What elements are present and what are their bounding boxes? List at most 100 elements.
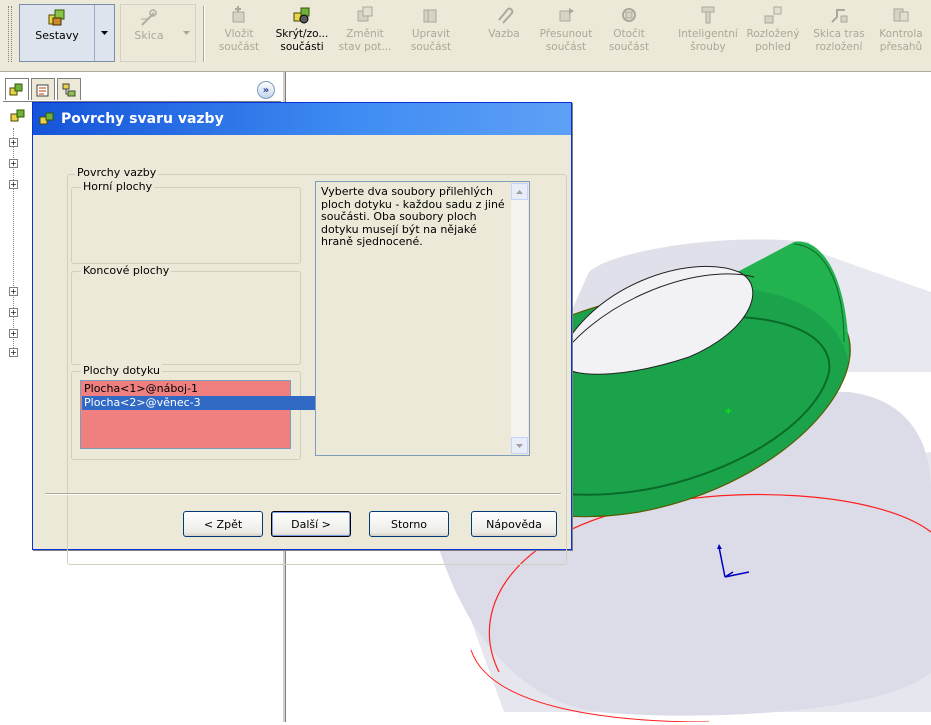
tab-configuration-manager[interactable] xyxy=(57,78,81,100)
insert-component-icon xyxy=(232,6,245,23)
assembly-toolbar: Sestavy Skica Vložit součást Skrýt/zo...… xyxy=(0,0,931,72)
skica-button-group: Skica xyxy=(120,4,196,62)
hide-show-components-icon xyxy=(293,7,310,24)
edit-component-icon xyxy=(423,9,437,23)
property-manager-icon xyxy=(36,84,49,96)
weld-mate-surfaces-dialog: Povrchy svaru vazby Povrchy vazby Horní … xyxy=(32,102,572,565)
next-button[interactable]: Další > xyxy=(271,511,351,537)
mate-surfaces-group-label: Povrchy vazby xyxy=(75,166,159,179)
assembly-root-icon[interactable] xyxy=(10,108,28,124)
dialog-title: Povrchy svaru vazby xyxy=(61,111,224,127)
dropdown-arrow-icon xyxy=(182,31,190,35)
mate-label: Vazba xyxy=(488,28,520,40)
edit-component-label-1: Upravit xyxy=(411,28,451,40)
tree-expand-icon[interactable]: + xyxy=(9,159,18,168)
description-box: Vyberte dva soubory přilehlých ploch dot… xyxy=(315,181,530,456)
edit-component-label-2: součást xyxy=(410,41,452,53)
end-faces-label: Koncové plochy xyxy=(81,264,172,277)
tree-expand-icon[interactable]: + xyxy=(9,287,18,296)
back-button[interactable]: < Zpět xyxy=(183,511,263,537)
interference-label-1: Kontrola xyxy=(879,28,923,40)
sestavy-dropdown-button[interactable] xyxy=(94,5,114,61)
dropdown-arrow-icon xyxy=(101,31,108,35)
feature-manager-icon xyxy=(9,83,23,95)
cancel-button[interactable]: Storno xyxy=(369,511,449,537)
change-suppression-label-1: Změnit xyxy=(346,28,384,40)
smart-fasteners-label-2: šrouby xyxy=(690,41,726,53)
dialog-titlebar[interactable]: Povrchy svaru vazby xyxy=(33,103,571,135)
interference-detection-button[interactable]: Kontrola přesahů xyxy=(872,4,930,64)
explode-line-sketch-label-2: rozložení xyxy=(815,41,863,53)
tree-expand-icon[interactable]: + xyxy=(9,308,18,317)
contact-faces-label: Plochy dotyku xyxy=(81,364,162,377)
insert-component-label-1: Vložit xyxy=(224,28,254,40)
insert-component-label-2: součást xyxy=(218,41,260,53)
assembly-icon xyxy=(48,9,65,26)
move-component-label-1: Přesunout xyxy=(539,28,593,40)
configuration-manager-icon xyxy=(62,83,76,96)
change-suppression-icon xyxy=(357,6,373,22)
change-suppression-label-2: stav pot... xyxy=(338,41,392,53)
tree-expand-icon[interactable]: + xyxy=(9,348,18,357)
explode-line-sketch-icon xyxy=(831,9,848,23)
exploded-view-label-2: pohled xyxy=(755,41,791,53)
explode-line-sketch-button[interactable]: Skica tras rozložení xyxy=(810,4,868,64)
tab-property-manager[interactable] xyxy=(31,78,55,100)
rotate-component-icon xyxy=(622,8,636,22)
exploded-view-label-1: Rozložený xyxy=(746,28,800,40)
exploded-view-button[interactable]: Rozložený pohled xyxy=(742,4,804,64)
hide-show-label-2: součásti xyxy=(280,41,324,53)
list-item[interactable]: Plocha<1>@náboj-1 xyxy=(82,382,322,396)
sketch-icon xyxy=(141,9,157,26)
tree-expand-icon[interactable]: + xyxy=(9,138,18,147)
smart-fasteners-button[interactable]: Inteligentní šrouby xyxy=(676,4,740,64)
tab-feature-manager[interactable] xyxy=(5,78,29,100)
exploded-view-icon xyxy=(764,6,782,24)
paperclip-icon xyxy=(498,7,514,24)
manager-tabs: » xyxy=(3,78,281,102)
skica-label: Skica xyxy=(134,29,164,42)
interference-label-2: přesahů xyxy=(879,41,923,53)
toolbar-separator xyxy=(203,6,205,62)
move-component-button[interactable]: Přesunout součást xyxy=(536,4,596,64)
sestavy-button[interactable]: Sestavy xyxy=(20,5,94,61)
skica-button[interactable]: Skica xyxy=(121,5,177,61)
sestavy-label: Sestavy xyxy=(35,29,79,42)
move-component-icon xyxy=(559,8,574,22)
top-faces-label: Horní plochy xyxy=(81,180,155,193)
move-component-label-2: součást xyxy=(545,41,587,53)
hide-show-components-button[interactable]: Skrýt/zo... součásti xyxy=(270,4,334,64)
arrow-up-icon xyxy=(516,189,523,194)
description-text: Vyberte dva soubory přilehlých ploch dot… xyxy=(321,185,505,248)
scroll-up-button[interactable] xyxy=(511,183,528,200)
list-item[interactable]: Plocha<2>@věnec-3 xyxy=(82,396,322,410)
double-chevron-right-icon: » xyxy=(262,84,270,96)
arrow-down-icon xyxy=(516,443,523,448)
toolbar-grip[interactable] xyxy=(8,6,12,62)
rotate-component-button[interactable]: Otočit součást xyxy=(604,4,654,64)
expand-panel-button[interactable]: » xyxy=(257,81,275,99)
interference-detection-icon xyxy=(893,8,909,22)
tree-expand-icon[interactable]: + xyxy=(9,180,18,189)
rotate-component-label-1: Otočit xyxy=(613,28,645,40)
bolt-icon xyxy=(701,6,715,24)
skica-dropdown-button[interactable] xyxy=(177,5,195,61)
end-faces-group xyxy=(71,271,301,365)
sestavy-button-group: Sestavy xyxy=(19,4,115,62)
hide-show-label-1: Skrýt/zo... xyxy=(275,28,329,40)
svg-text:+: + xyxy=(724,406,732,417)
change-suppression-button[interactable]: Změnit stav pot... xyxy=(336,4,394,64)
scroll-down-button[interactable] xyxy=(511,437,528,454)
edit-component-button[interactable]: Upravit součást xyxy=(406,4,456,64)
tree-expand-icon[interactable]: + xyxy=(9,329,18,338)
rotate-component-label-2: součást xyxy=(608,41,650,53)
insert-component-button[interactable]: Vložit součást xyxy=(214,4,264,64)
description-scrollbar[interactable] xyxy=(511,183,528,454)
explode-line-sketch-label-1: Skica tras xyxy=(813,28,865,40)
help-button[interactable]: Nápověda xyxy=(471,511,557,537)
top-faces-group xyxy=(71,187,301,264)
button-separator xyxy=(45,493,561,495)
smart-fasteners-label-1: Inteligentní xyxy=(678,28,738,40)
mate-button[interactable]: Vazba xyxy=(484,4,524,64)
contact-faces-list[interactable]: Plocha<1>@náboj-1 Plocha<2>@věnec-3 xyxy=(80,380,322,449)
